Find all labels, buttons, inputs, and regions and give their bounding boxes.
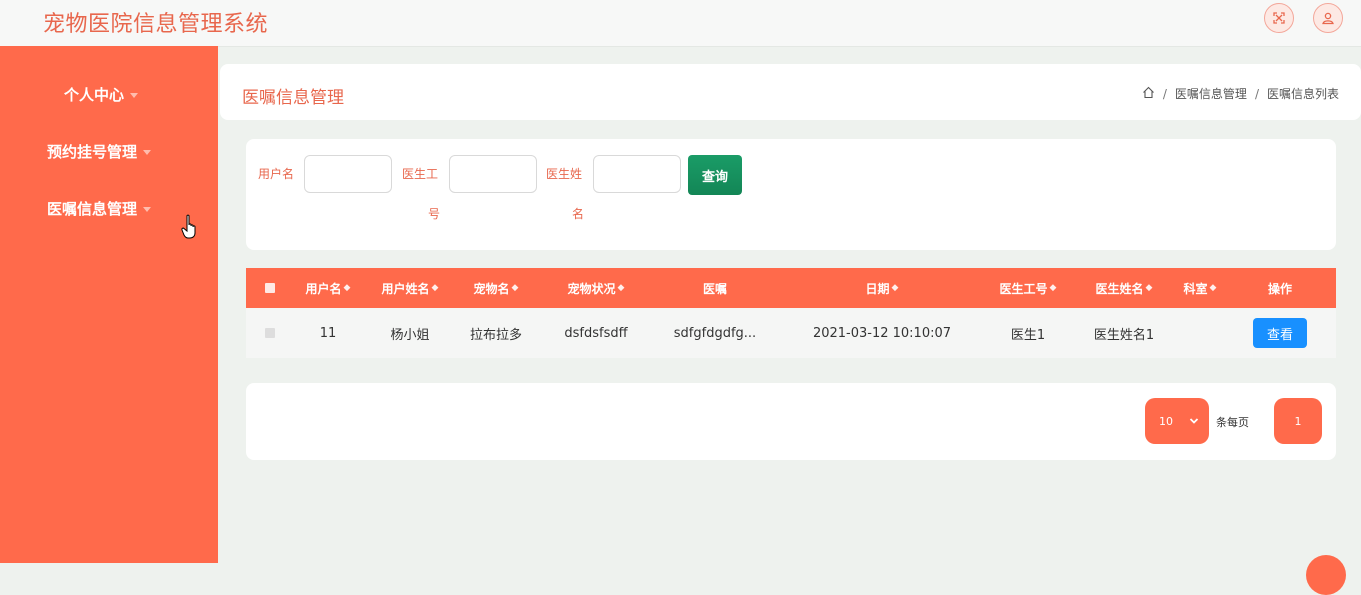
sidebar-item-label: 医嘱信息管理: [47, 200, 138, 218]
breadcrumb-item[interactable]: 医嘱信息管理: [1175, 85, 1247, 102]
breadcrumb: / 医嘱信息管理 / 医嘱信息列表: [1142, 85, 1339, 102]
cell-pet-condition: dsfdsfsdff: [564, 325, 628, 341]
sidebar: 个人中心 预约挂号管理 医嘱信息管理: [0, 46, 218, 563]
back-to-top-button[interactable]: [1306, 555, 1346, 595]
column-header-department[interactable]: 科室 ◆: [1172, 268, 1228, 308]
caret-down-icon: [143, 150, 152, 155]
sort-icon: ◆: [617, 283, 625, 293]
page-button-current[interactable]: 1: [1274, 398, 1322, 444]
page-header-card: 医嘱信息管理 / 医嘱信息管理 / 医嘱信息列表: [220, 64, 1361, 120]
breadcrumb-separator: /: [1162, 86, 1167, 101]
column-header-action: 操作: [1267, 281, 1292, 296]
column-header-advice: 医嘱: [702, 281, 727, 296]
column-header-user-name[interactable]: 用户姓名 ◆: [370, 268, 450, 308]
cell-username: 11: [319, 325, 337, 341]
app-title: 宠物医院信息管理系统: [43, 12, 269, 37]
sort-icon: ◆: [1145, 283, 1153, 293]
sidebar-item-personal-center[interactable]: 个人中心: [64, 84, 139, 105]
breadcrumb-item: 医嘱信息列表: [1266, 87, 1339, 101]
username-input[interactable]: [304, 155, 392, 193]
sort-icon: ◆: [1209, 283, 1217, 293]
page-size-select[interactable]: 10: [1145, 398, 1209, 444]
cell-action: 查看: [1250, 308, 1310, 358]
row-checkbox[interactable]: [258, 308, 282, 358]
query-button[interactable]: 查询: [688, 155, 742, 195]
sidebar-item-medical-advice[interactable]: 医嘱信息管理: [47, 198, 152, 219]
table-header: 用户名 ◆ 用户姓名 ◆ 宠物名 ◆ 宠物状况 ◆ 医嘱 日期 ◆ 医生工号 ◆ 医生姓名 ◆…: [246, 268, 1336, 308]
per-page-label: 条每页: [1216, 416, 1249, 429]
doctor-name-label-wrap: 名: [572, 207, 585, 221]
cell-doctor-name: 医生姓名1: [1093, 327, 1155, 343]
user-icon[interactable]: [1313, 3, 1343, 33]
sort-icon: ◆: [511, 283, 519, 293]
sort-icon: ◆: [343, 283, 351, 293]
search-card: [246, 139, 1336, 250]
sort-icon: ◆: [1049, 283, 1057, 293]
table-row: 11 杨小姐 拉布拉多 dsfdsfsdff sdfgfdgdfg... 202…: [246, 308, 1336, 358]
column-header-doctor-name[interactable]: 医生姓名 ◆: [1086, 268, 1162, 308]
fullscreen-icon[interactable]: [1264, 3, 1294, 33]
cell-user-name: 杨小姐: [390, 327, 430, 343]
hand-cursor-icon: [181, 214, 201, 244]
doctor-name-label: 医生姓: [546, 167, 583, 181]
cell-pet-name: 拉布拉多: [469, 327, 522, 343]
top-bar: 宠物医院信息管理系统: [0, 0, 1361, 47]
home-icon[interactable]: [1142, 86, 1155, 102]
select-all-checkbox[interactable]: [258, 268, 282, 308]
username-label: 用户名: [258, 167, 295, 181]
cell-advice: sdfgfdgdfg...: [673, 325, 757, 341]
cell-doctor-id: 医生1: [1010, 327, 1046, 343]
column-header-doctor-id[interactable]: 医生工号 ◆: [990, 268, 1066, 308]
doctor-id-label: 医生工: [402, 167, 439, 181]
page-size-value: 10: [1159, 414, 1173, 428]
chevron-down-icon: [1189, 415, 1199, 428]
sidebar-item-label: 预约挂号管理: [47, 143, 138, 161]
caret-down-icon: [143, 207, 152, 212]
breadcrumb-separator: /: [1254, 86, 1259, 101]
cell-date: 2021-03-12 10:10:07: [812, 325, 952, 341]
sort-icon: ◆: [431, 283, 439, 293]
column-header-username[interactable]: 用户名 ◆: [298, 268, 358, 308]
sidebar-item-appointments[interactable]: 预约挂号管理: [47, 141, 152, 162]
view-button[interactable]: 查看: [1253, 318, 1307, 348]
caret-down-icon: [130, 93, 139, 98]
page-title: 医嘱信息管理: [242, 88, 344, 108]
doctor-id-label-wrap: 号: [428, 207, 441, 221]
doctor-name-input[interactable]: [593, 155, 681, 193]
column-header-pet-condition[interactable]: 宠物状况 ◆: [554, 268, 638, 308]
sidebar-item-label: 个人中心: [64, 86, 125, 104]
column-header-date[interactable]: 日期 ◆: [802, 268, 962, 308]
column-header-pet-name[interactable]: 宠物名 ◆: [464, 268, 528, 308]
sort-icon: ◆: [891, 283, 899, 293]
doctor-id-input[interactable]: [449, 155, 537, 193]
cell-department: [1172, 308, 1228, 358]
